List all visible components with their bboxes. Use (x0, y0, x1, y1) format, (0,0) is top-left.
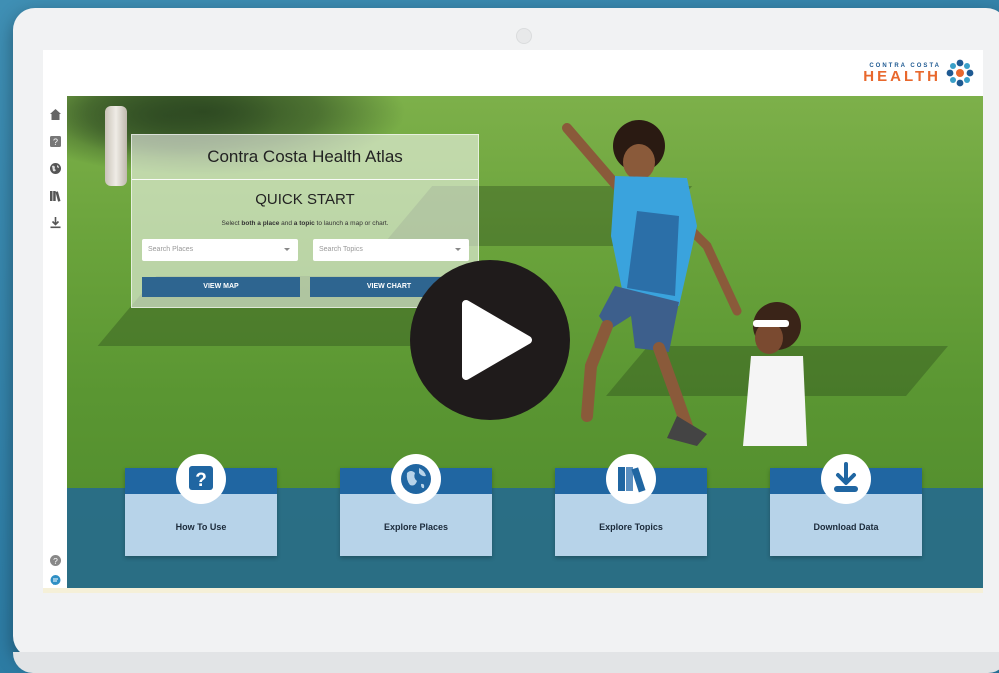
card-explore-places[interactable]: Explore Places (340, 454, 492, 556)
home-icon[interactable] (49, 108, 62, 121)
card-label: Explore Topics (599, 522, 663, 532)
card-label: Download Data (813, 522, 879, 532)
camera (516, 28, 532, 44)
books-icon (618, 467, 646, 493)
card-download-data[interactable]: Download Data (770, 454, 922, 556)
quick-start-instruction: Select both a place and a topic to launc… (221, 220, 389, 227)
help-icon[interactable]: ? (49, 135, 62, 148)
hero-banner: Contra Costa Health Atlas QUICK START Se… (67, 96, 983, 593)
card-explore-topics[interactable]: Explore Topics (555, 454, 707, 556)
sidebar: ? ? (43, 96, 67, 593)
garden-urn (105, 106, 127, 186)
view-map-button[interactable]: VIEW MAP (142, 277, 300, 297)
card-label: Explore Places (383, 522, 449, 532)
play-video-button[interactable] (410, 260, 570, 420)
screen-bottom-strip (43, 588, 983, 593)
svg-text:?: ? (53, 556, 58, 566)
logo-flower-icon (946, 59, 974, 87)
divider (132, 179, 478, 180)
books-icon[interactable] (49, 189, 62, 202)
card-how-to-use[interactable]: ? How To Use (125, 454, 277, 556)
search-places-select[interactable]: Search Places (142, 239, 298, 261)
device-bottom-edge (13, 652, 999, 673)
card-label: How To Use (175, 522, 227, 532)
globe-icon[interactable] (49, 162, 62, 175)
top-bar: CONTRA COSTA HEALTH (43, 50, 983, 97)
download-icon (834, 462, 858, 492)
chat-icon[interactable] (49, 574, 62, 587)
chevron-down-icon (284, 248, 290, 251)
help-circle-icon[interactable]: ? (49, 554, 62, 567)
quick-start-heading: QUICK START (255, 191, 355, 208)
download-icon[interactable] (49, 216, 62, 229)
question-icon: ? (189, 466, 213, 491)
search-topics-select[interactable]: Search Topics (313, 239, 469, 261)
chevron-down-icon (455, 248, 461, 251)
logo-line2: HEALTH (863, 67, 941, 85)
play-icon (462, 300, 532, 380)
svg-text:?: ? (195, 470, 207, 491)
globe-icon (401, 464, 431, 494)
app-screen: CONTRA COSTA HEALTH ? ? Contra Costa Hea… (43, 50, 983, 593)
app-title: Contra Costa Health Atlas (207, 147, 403, 166)
svg-text:?: ? (53, 137, 58, 147)
contra-costa-health-logo[interactable]: CONTRA COSTA HEALTH (863, 56, 975, 90)
